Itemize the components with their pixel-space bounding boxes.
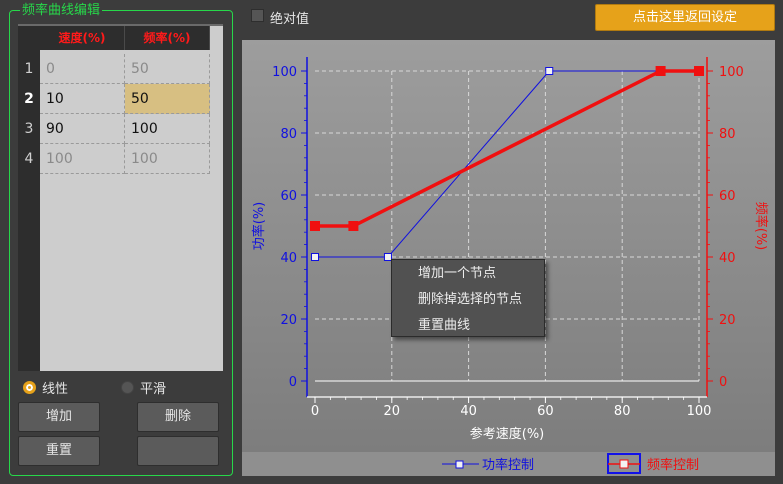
speed-cell[interactable]: 90 [40, 114, 125, 144]
blank-button[interactable] [137, 436, 219, 466]
frequency-series-point [310, 221, 320, 231]
speed-cell[interactable]: 0 [40, 54, 125, 84]
column-header-frequency[interactable]: 频率(%) [125, 26, 210, 50]
radio-smooth[interactable]: 平滑 [121, 378, 166, 397]
bottom-axis-tick-label: 20 [384, 404, 401, 419]
absolute-value-checkbox[interactable] [251, 9, 264, 22]
absolute-value-label: 绝对值 [270, 12, 310, 27]
bottom-axis-tick-label: 60 [537, 404, 554, 419]
frequency-series-line [315, 69, 699, 228]
radio-linear[interactable]: 线性 [23, 378, 68, 397]
frequency-cell[interactable]: 50 [125, 54, 210, 84]
power-series-line [315, 70, 699, 258]
left-axis-tick-label: 20 [280, 313, 297, 328]
legend-frequency-marker [619, 459, 629, 469]
context-menu: 增加一个节点 删除掉选择的节点 重置曲线 [391, 259, 545, 337]
table-corner [18, 26, 40, 50]
bottom-axis-tick-label: 40 [460, 404, 477, 419]
right-axis-tick-label: 80 [719, 127, 736, 142]
reset-button[interactable]: 重置 [18, 436, 100, 466]
left-axis-title: 功率(%) [251, 202, 267, 251]
power-series-point [311, 253, 319, 261]
radio-off-icon[interactable] [121, 381, 134, 394]
row-header[interactable]: 2 [18, 84, 40, 114]
chart-panel: 0 20 40 60 80 100 功率(%) 0 20 40 60 80 100 频率(%) 0 20 40 6… [242, 40, 775, 476]
frequency-cell[interactable]: 100 [125, 114, 210, 144]
delete-button[interactable]: 删除 [137, 402, 219, 432]
column-header-speed[interactable]: 速度(%) [40, 26, 125, 50]
right-axis-tick-label: 100 [719, 65, 744, 80]
menu-item-reset-curve[interactable]: 重置曲线 [418, 318, 470, 334]
speed-cell[interactable]: 10 [40, 84, 125, 114]
frequency-series-point [694, 66, 704, 76]
speed-curve-chart[interactable]: 0 20 40 60 80 100 功率(%) 0 20 40 60 80 100 频率(%) 0 20 40 6… [242, 40, 775, 452]
curve-points-table: 速度(%) 频率(%) 1 2 3 4 0 50 10 50 90 100 10… [18, 24, 223, 371]
right-axis-tick-label: 0 [719, 375, 727, 390]
bottom-axis-tick-label: 0 [311, 404, 319, 419]
radio-on-icon[interactable] [23, 381, 36, 394]
power-series-point [545, 67, 554, 75]
right-axis-tick-label: 40 [719, 251, 736, 266]
group-title: 频率曲线编辑 [20, 3, 103, 18]
right-axis-tick-label: 60 [719, 189, 736, 204]
bottom-axis-tick-label: 80 [614, 404, 631, 419]
row-header[interactable]: 3 [18, 114, 40, 144]
menu-item-add-node[interactable]: 增加一个节点 [418, 266, 496, 282]
left-axis-tick-label: 60 [280, 189, 297, 204]
frequency-cell-selected[interactable]: 50 [125, 84, 210, 114]
right-axis-title: 频率(%) [753, 202, 769, 251]
speed-cell[interactable]: 100 [40, 144, 125, 174]
frequency-cell[interactable]: 100 [125, 144, 210, 174]
add-button[interactable]: 增加 [18, 402, 100, 432]
reset-default-button[interactable]: 点击这里返回设定 [595, 4, 775, 31]
legend-power-label: 功率控制 [482, 457, 534, 473]
bottom-axis-title: 参考速度(%) [470, 426, 545, 442]
legend-graphics: 功率控制 频率控制 [442, 453, 699, 474]
left-axis-tick-label: 80 [280, 127, 297, 142]
row-header[interactable]: 4 [18, 144, 40, 174]
frequency-series-point [655, 66, 666, 76]
radio-linear-label: 线性 [42, 382, 69, 397]
left-axis-tick-label: 40 [280, 251, 297, 266]
row-header[interactable]: 1 [18, 54, 40, 84]
radio-smooth-label: 平滑 [140, 382, 167, 397]
menu-item-delete-node[interactable]: 删除掉选择的节点 [418, 292, 522, 308]
left-axis-tick-label: 0 [289, 375, 297, 390]
bottom-axis-tick-label: 100 [687, 404, 712, 419]
legend-frequency-label: 频率控制 [647, 457, 699, 473]
right-axis-tick-label: 20 [719, 313, 736, 328]
left-axis-tick-label: 100 [272, 65, 297, 80]
legend-power-marker [455, 460, 464, 469]
chart-legend: 功率控制 频率控制 [242, 452, 775, 476]
frequency-series-point [348, 221, 359, 231]
